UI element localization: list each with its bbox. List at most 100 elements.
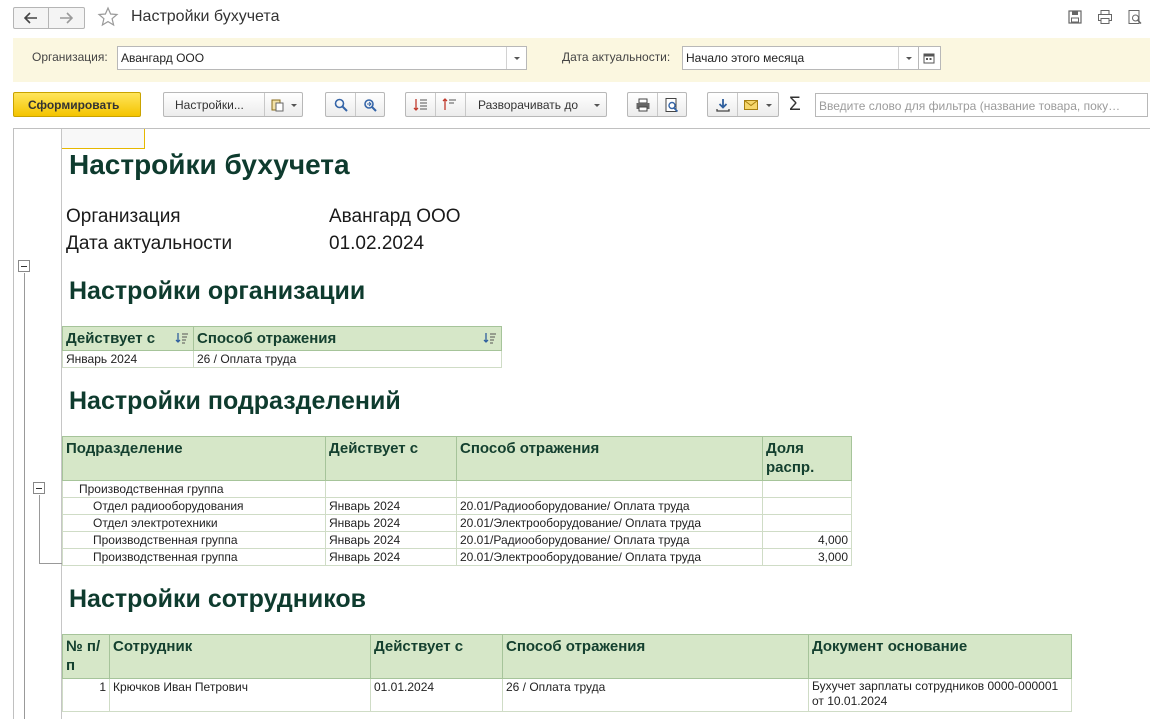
column-header[interactable]: Способ отражения bbox=[193, 326, 502, 351]
expand-all-icon[interactable] bbox=[413, 97, 429, 113]
filter-panel: Организация: Авангард ООО Дата актуально… bbox=[13, 38, 1150, 82]
actuality-date-field[interactable]: Начало этого месяца bbox=[682, 46, 919, 70]
settings-button-group: Настройки... bbox=[163, 92, 303, 117]
column-header[interactable]: Действует с bbox=[325, 436, 457, 481]
actuality-date-value: Начало этого месяца bbox=[686, 51, 805, 65]
search-icon[interactable] bbox=[333, 97, 349, 113]
org-section-heading: Настройки организации bbox=[69, 277, 366, 305]
table-header-row: Подразделение Действует с Способ отражен… bbox=[62, 436, 852, 481]
preview-icon[interactable] bbox=[1127, 9, 1143, 25]
grouping-gutter bbox=[61, 129, 62, 719]
expand-to-button[interactable]: Разворачивать до bbox=[478, 98, 578, 112]
group-outline-line bbox=[39, 563, 63, 564]
table-cell: 20.01/Радиооборудование/ Оплата труда bbox=[456, 531, 763, 549]
column-header[interactable]: Подразделение bbox=[62, 436, 326, 481]
export-button-group bbox=[707, 92, 779, 117]
sort-icon[interactable] bbox=[175, 332, 189, 344]
chevron-down-icon[interactable] bbox=[898, 47, 918, 69]
report-title: Настройки бухучета bbox=[69, 149, 350, 180]
emp-settings-table: № п/п Сотрудник Действует с Способ отраж… bbox=[62, 634, 1072, 712]
sort-icon[interactable] bbox=[483, 332, 497, 344]
chevron-down-icon[interactable] bbox=[766, 104, 772, 107]
table-cell: Январь 2024 bbox=[325, 497, 457, 515]
table-cell: 26 / Оплата труда bbox=[502, 678, 809, 712]
settings-button[interactable]: Настройки... bbox=[175, 98, 244, 112]
table-row[interactable]: Отдел электротехники Январь 2024 20.01/Э… bbox=[62, 514, 852, 532]
table-cell bbox=[762, 480, 852, 498]
column-header[interactable]: Доля распр. bbox=[762, 436, 852, 481]
find-next-icon[interactable] bbox=[362, 97, 378, 113]
calendar-icon bbox=[923, 53, 935, 64]
calendar-button[interactable] bbox=[919, 46, 941, 70]
table-row[interactable]: 1 Крючков Иван Петрович 01.01.2024 26 / … bbox=[62, 678, 1072, 712]
email-icon[interactable] bbox=[743, 97, 759, 113]
collapse-group-toggle[interactable] bbox=[18, 260, 30, 272]
table-cell bbox=[325, 480, 457, 498]
favorite-star-icon[interactable] bbox=[97, 6, 119, 28]
collapse-all-icon[interactable] bbox=[442, 97, 458, 113]
table-cell: Производственная группа bbox=[62, 548, 326, 566]
dept-section-heading: Настройки подразделений bbox=[69, 387, 401, 415]
table-cell bbox=[762, 514, 852, 532]
back-button[interactable] bbox=[13, 7, 49, 29]
column-header[interactable]: Документ основание bbox=[808, 634, 1072, 679]
generate-button[interactable]: Сформировать bbox=[13, 92, 141, 117]
meta-date-value: 01.02.2024 bbox=[329, 233, 425, 254]
org-settings-table: Действует с Способ отражения Январь 2024… bbox=[62, 326, 502, 368]
variants-icon[interactable] bbox=[270, 97, 286, 113]
column-header[interactable]: Способ отражения bbox=[456, 436, 763, 481]
table-cell: 26 / Оплата труда bbox=[193, 350, 502, 368]
dept-settings-table: Подразделение Действует с Способ отражен… bbox=[62, 436, 852, 566]
print-icon[interactable] bbox=[1097, 9, 1113, 25]
print-icon[interactable] bbox=[635, 97, 651, 113]
sum-icon[interactable]: Σ bbox=[789, 94, 801, 116]
collapse-group-toggle[interactable] bbox=[33, 482, 45, 494]
filter-search-placeholder: Введите слово для фильтра (название това… bbox=[819, 99, 1121, 113]
meta-org-label: Организация bbox=[66, 206, 181, 227]
chevron-down-icon[interactable] bbox=[291, 104, 297, 107]
table-row[interactable]: Январь 2024 26 / Оплата труда bbox=[62, 350, 502, 368]
table-cell: 20.01/Электрооборудование/ Оплата труда bbox=[456, 514, 763, 532]
column-header[interactable]: Действует с bbox=[370, 634, 503, 679]
report-document[interactable]: Настройки бухучета Организация Авангард … bbox=[13, 128, 1150, 719]
column-header[interactable]: № п/п bbox=[62, 634, 110, 679]
table-cell: 4,000 bbox=[762, 531, 852, 549]
print-button-group bbox=[627, 92, 687, 117]
chevron-down-icon[interactable] bbox=[594, 104, 600, 107]
save-icon[interactable] bbox=[1067, 9, 1083, 25]
organization-label: Организация: bbox=[32, 50, 108, 64]
search-button-group bbox=[325, 92, 385, 117]
table-row[interactable]: Производственная группа Январь 2024 20.0… bbox=[62, 531, 852, 549]
table-row[interactable]: Производственная группа bbox=[62, 480, 852, 498]
chevron-down-icon[interactable] bbox=[506, 47, 526, 69]
arrow-right-icon bbox=[60, 12, 73, 24]
download-icon[interactable] bbox=[715, 97, 731, 113]
organization-field[interactable]: Авангард ООО bbox=[117, 46, 527, 70]
table-cell: Производственная группа bbox=[62, 480, 326, 498]
meta-org-value: Авангард ООО bbox=[329, 206, 461, 227]
active-cell-corner bbox=[62, 129, 145, 149]
table-header-row: Действует с Способ отражения bbox=[62, 326, 502, 351]
emp-section-heading: Настройки сотрудников bbox=[69, 585, 367, 613]
filter-search-input[interactable]: Введите слово для фильтра (название това… bbox=[815, 93, 1148, 117]
table-cell: Бухучет зарплаты сотрудников 0000-000001… bbox=[808, 678, 1072, 712]
table-cell: 20.01/Электрооборудование/ Оплата труда bbox=[456, 548, 763, 566]
table-cell: Производственная группа bbox=[62, 531, 326, 549]
report-toolbar: Сформировать Настройки... Разворачивать … bbox=[0, 82, 1150, 128]
column-header[interactable]: Способ отражения bbox=[502, 634, 809, 679]
table-row[interactable]: Производственная группа Январь 2024 20.0… bbox=[62, 548, 852, 566]
column-header[interactable]: Сотрудник bbox=[109, 634, 371, 679]
actuality-date-label: Дата актуальности: bbox=[562, 50, 671, 64]
table-cell bbox=[762, 497, 852, 515]
table-cell: Январь 2024 bbox=[325, 548, 457, 566]
table-cell: 01.01.2024 bbox=[370, 678, 503, 712]
forward-button[interactable] bbox=[49, 7, 85, 29]
print-preview-icon[interactable] bbox=[664, 97, 680, 113]
organization-value: Авангард ООО bbox=[121, 51, 205, 65]
table-cell: Крючков Иван Петрович bbox=[109, 678, 371, 712]
table-row[interactable]: Отдел радиооборудования Январь 2024 20.0… bbox=[62, 497, 852, 515]
column-header[interactable]: Действует с bbox=[62, 326, 194, 351]
window-title: Настройки бухучета bbox=[131, 8, 280, 25]
group-outline-line bbox=[39, 495, 40, 564]
table-cell bbox=[456, 480, 763, 498]
